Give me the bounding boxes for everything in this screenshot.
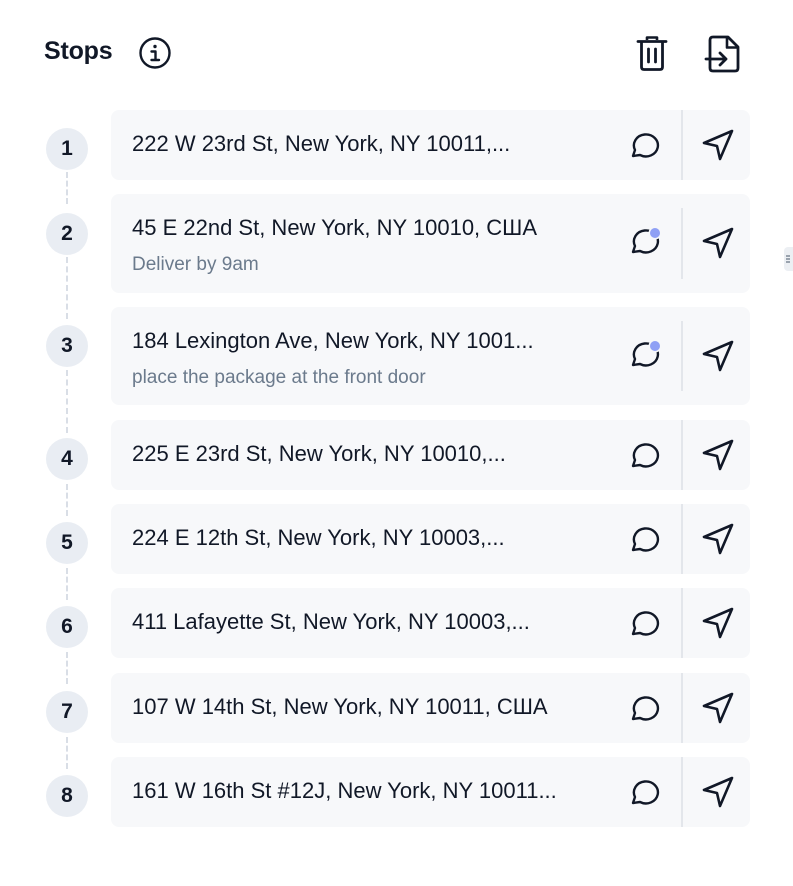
file-export-icon[interactable]: [704, 34, 742, 74]
comment-unread-icon[interactable]: [625, 222, 665, 262]
stop-number-badge: 6: [46, 606, 88, 648]
comment-icon[interactable]: [625, 436, 665, 476]
stop-address: 161 W 16th St #12J, New York, NY 10011..…: [132, 778, 557, 803]
card-divider: [681, 504, 683, 574]
comment-icon[interactable]: [625, 520, 665, 560]
stop-number-badge: 3: [46, 325, 88, 367]
stop-number-badge: 4: [46, 438, 88, 480]
card-divider: [681, 321, 683, 391]
stop-address: 225 E 23rd St, New York, NY 10010,...: [132, 441, 506, 466]
navigate-icon[interactable]: [699, 337, 737, 375]
stop-number-badge: 2: [46, 213, 88, 255]
card-divider: [681, 757, 683, 827]
route-connector: [66, 370, 70, 433]
stop-card[interactable]: 411 Lafayette St, New York, NY 10003,...: [111, 588, 750, 658]
comment-icon[interactable]: [625, 773, 665, 813]
stop-number-badge: 1: [46, 128, 88, 170]
card-divider: [681, 208, 683, 279]
card-divider: [681, 673, 683, 743]
stop-card[interactable]: 161 W 16th St #12J, New York, NY 10011..…: [111, 757, 750, 827]
navigate-icon[interactable]: [699, 689, 737, 727]
card-divider: [681, 588, 683, 658]
stop-number-badge: 7: [46, 691, 88, 733]
stop-card[interactable]: 107 W 14th St, New York, NY 10011, США: [111, 673, 750, 743]
page-title: Stops: [44, 37, 113, 65]
stop-card[interactable]: 222 W 23rd St, New York, NY 10011,...: [111, 110, 750, 180]
route-connector: [66, 737, 70, 769]
navigate-icon[interactable]: [699, 126, 737, 164]
stops-header: Stops: [44, 34, 744, 74]
route-connector: [66, 172, 70, 204]
navigate-icon[interactable]: [699, 520, 737, 558]
route-connector: [66, 652, 70, 684]
comment-icon[interactable]: [625, 604, 665, 644]
comment-icon[interactable]: [625, 689, 665, 729]
stop-card[interactable]: 184 Lexington Ave, New York, NY 1001... …: [111, 307, 750, 405]
stop-note: Deliver by 9am: [132, 254, 259, 275]
stop-address: 107 W 14th St, New York, NY 10011, США: [132, 694, 548, 719]
navigate-icon[interactable]: [699, 436, 737, 474]
card-divider: [681, 110, 683, 180]
stop-card[interactable]: 225 E 23rd St, New York, NY 10010,...: [111, 420, 750, 490]
comment-unread-icon[interactable]: [625, 335, 665, 375]
stop-card[interactable]: 45 E 22nd St, New York, NY 10010, США De…: [111, 194, 750, 293]
comment-icon[interactable]: [625, 126, 665, 166]
card-divider: [681, 420, 683, 490]
navigate-icon[interactable]: [699, 224, 737, 262]
panel-resize-handle[interactable]: [784, 247, 793, 271]
navigate-icon[interactable]: [699, 604, 737, 642]
route-connector: [66, 257, 70, 319]
route-connector: [66, 484, 70, 516]
trash-icon[interactable]: [634, 34, 670, 72]
stop-card[interactable]: 224 E 12th St, New York, NY 10003,...: [111, 504, 750, 574]
stop-address: 184 Lexington Ave, New York, NY 1001...: [132, 328, 534, 353]
stop-address: 45 E 22nd St, New York, NY 10010, США: [132, 215, 538, 240]
stop-number-badge: 8: [46, 775, 88, 817]
stop-address: 222 W 23rd St, New York, NY 10011,...: [132, 131, 511, 156]
info-icon[interactable]: [138, 36, 172, 70]
route-connector: [66, 568, 70, 600]
navigate-icon[interactable]: [699, 773, 737, 811]
stop-address: 224 E 12th St, New York, NY 10003,...: [132, 525, 505, 550]
stop-address: 411 Lafayette St, New York, NY 10003,...: [132, 609, 530, 634]
stop-note: place the package at the front door: [132, 367, 426, 388]
stop-number-badge: 5: [46, 522, 88, 564]
